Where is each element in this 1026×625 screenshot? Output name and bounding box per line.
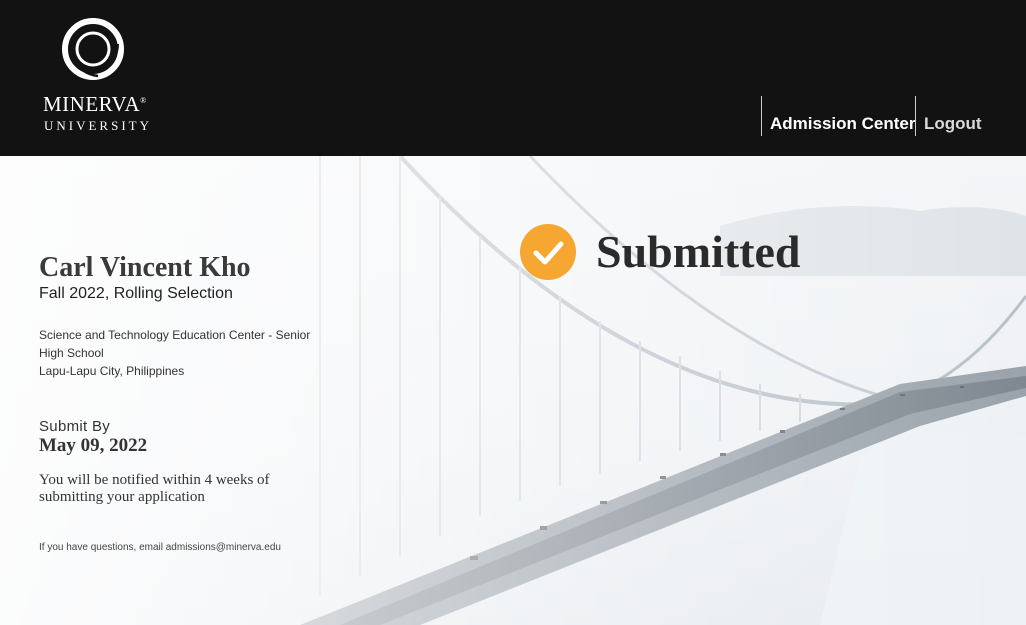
brand-name: MINERVA® (43, 92, 147, 116)
logout-link[interactable]: Logout (924, 114, 982, 134)
school-name: Science and Technology Education Center … (39, 328, 311, 360)
brand-subtitle: UNIVERSITY (44, 118, 152, 133)
bridge-background-image (0, 156, 1026, 625)
status-label: Submitted (596, 226, 801, 277)
minerva-logo[interactable]: MINERVA® UNIVERSITY (40, 14, 156, 136)
checkmark-circle-icon (520, 224, 576, 280)
submit-by-label: Submit By (39, 418, 111, 435)
submit-by-date: May 09, 2022 (39, 435, 148, 456)
nav-divider (761, 96, 762, 136)
admission-center-link[interactable]: Admission Center (770, 114, 915, 134)
top-header: MINERVA® UNIVERSITY Admission Center Log… (0, 0, 1026, 156)
applicant-name: Carl Vincent Kho (39, 252, 251, 283)
nav-divider (915, 96, 916, 136)
minerva-emblem-icon (62, 18, 124, 80)
contact-note: If you have questions, email admissions@… (39, 542, 281, 553)
notification-note: You will be notified within 4 weeks of s… (39, 472, 270, 505)
hero-background (0, 156, 1026, 625)
application-term: Fall 2022, Rolling Selection (39, 285, 233, 302)
applicant-info: Carl Vincent Kho Fall 2022, Rolling Sele… (39, 250, 339, 380)
school-location: Lapu-Lapu City, Philippines (39, 364, 185, 378)
